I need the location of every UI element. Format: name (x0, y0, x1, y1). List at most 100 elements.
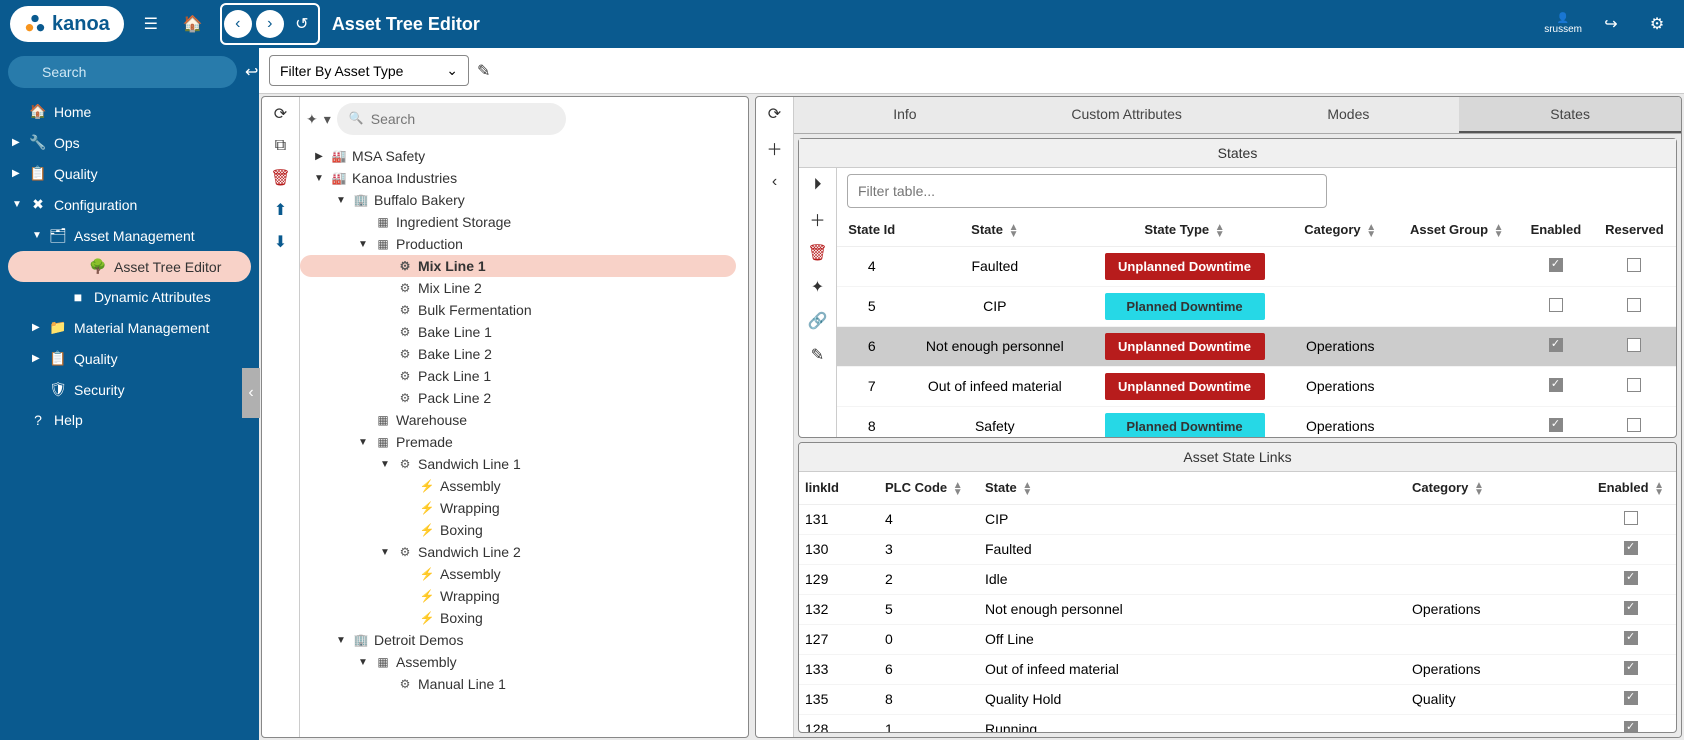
play-icon[interactable]: ⏵ (807, 174, 829, 196)
cell-enabled[interactable] (1519, 246, 1593, 286)
history-icon[interactable]: ↺ (288, 7, 316, 41)
states-col-asset-group[interactable]: Asset Group ▲▼ (1395, 214, 1519, 246)
nav-item-help[interactable]: ? Help (0, 405, 259, 435)
tree-row[interactable]: ⚡ Assembly (300, 563, 748, 585)
cell-enabled[interactable] (1586, 714, 1676, 732)
tree-row[interactable]: ▼ ▦ Production (300, 233, 748, 255)
tab-custom-attributes[interactable]: Custom Attributes (1016, 97, 1238, 133)
cell-enabled[interactable] (1519, 366, 1593, 406)
states-col-enabled[interactable]: Enabled (1519, 214, 1593, 246)
tree-row[interactable]: ⚙ Bake Line 2 (300, 343, 748, 365)
cell-reserved[interactable] (1593, 406, 1676, 437)
forward-button[interactable]: › (256, 10, 284, 38)
links-col-enabled[interactable]: Enabled ▲▼ (1586, 472, 1676, 504)
move-up-icon[interactable]: ⬆ (270, 199, 292, 221)
links-col-state[interactable]: State ▲▼ (979, 472, 1406, 504)
tree-row[interactable]: ⚙ Bake Line 1 (300, 321, 748, 343)
nav-item-asset-tree-editor[interactable]: 🌳 Asset Tree Editor (8, 251, 251, 282)
home-icon[interactable]: 🏠 (176, 7, 210, 41)
cell-reserved[interactable] (1593, 326, 1676, 366)
tree-row[interactable]: ⚡ Wrapping (300, 497, 748, 519)
tree-row[interactable]: ⚡ Boxing (300, 519, 748, 541)
cell-enabled[interactable] (1586, 534, 1676, 564)
links-row[interactable]: 131 4 CIP (799, 504, 1676, 534)
links-row[interactable]: 135 8 Quality Hold Quality (799, 684, 1676, 714)
tree-row[interactable]: ⚙ Mix Line 1 (300, 255, 736, 277)
tree-row[interactable]: ▼ 🏢 Buffalo Bakery (300, 189, 748, 211)
nav-item-ops[interactable]: ▶ 🔧 Ops (0, 127, 259, 158)
states-col-state-type[interactable]: State Type ▲▼ (1083, 214, 1286, 246)
user-menu[interactable]: 👤 srussem (1544, 13, 1582, 35)
links-row[interactable]: 133 6 Out of infeed material Operations (799, 654, 1676, 684)
tree-row[interactable]: ▦ Ingredient Storage (300, 211, 748, 233)
tree-row[interactable]: ⚙ Manual Line 1 (300, 673, 748, 695)
nav-item-dynamic-attributes[interactable]: ■ Dynamic Attributes (0, 282, 259, 312)
refresh-icon-2[interactable]: ⟳ (764, 103, 786, 125)
states-row[interactable]: 5 CIP Planned Downtime (837, 286, 1676, 326)
nav-item-quality[interactable]: ▶ 📋 Quality (0, 158, 259, 189)
menu-icon[interactable]: ☰ (134, 7, 168, 41)
states-row[interactable]: 4 Faulted Unplanned Downtime (837, 246, 1676, 286)
cell-enabled[interactable] (1519, 326, 1593, 366)
unlink-icon[interactable]: ✦ (807, 276, 829, 298)
tab-states[interactable]: States (1459, 97, 1681, 133)
states-col-state[interactable]: State ▲▼ (907, 214, 1084, 246)
settings-icon[interactable]: ⚙ (1640, 7, 1674, 41)
states-col-reserved[interactable]: Reserved (1593, 214, 1676, 246)
search-reset-icon[interactable]: ↩ (245, 62, 258, 82)
states-row[interactable]: 8 Safety Planned Downtime Operations (837, 406, 1676, 437)
links-col-linkid[interactable]: linkId (799, 472, 879, 504)
cell-enabled[interactable] (1586, 654, 1676, 684)
tree-row[interactable]: ▶ 🏭 MSA Safety (300, 145, 748, 167)
tab-modes[interactable]: Modes (1238, 97, 1460, 133)
delete-icon[interactable]: 🗑 (270, 167, 292, 189)
add-state-icon[interactable]: ＋ (807, 208, 829, 230)
states-row[interactable]: 7 Out of infeed material Unplanned Downt… (837, 366, 1676, 406)
links-row[interactable]: 127 0 Off Line (799, 624, 1676, 654)
link-icon[interactable]: 🔗 (807, 310, 829, 332)
cell-reserved[interactable] (1593, 246, 1676, 286)
delete-state-icon[interactable]: 🗑 (807, 242, 829, 264)
tree-row[interactable]: ⚙ Pack Line 1 (300, 365, 748, 387)
nav-search-input[interactable] (8, 56, 237, 88)
logout-icon[interactable]: ↪ (1594, 7, 1628, 41)
tree-row[interactable]: ▼ 🏢 Detroit Demos (300, 629, 748, 651)
cell-reserved[interactable] (1593, 286, 1676, 326)
copy-icon[interactable]: ⧉ (270, 135, 292, 157)
edit-state-icon[interactable]: ✎ (807, 344, 829, 366)
tree-options-icon[interactable]: ✦ (306, 111, 318, 128)
cell-enabled[interactable] (1586, 564, 1676, 594)
cell-enabled[interactable] (1519, 406, 1593, 437)
tree-row[interactable]: ▼ ▦ Premade (300, 431, 748, 453)
refresh-icon[interactable]: ⟳ (270, 103, 292, 125)
tree-row[interactable]: ▼ ▦ Assembly (300, 651, 748, 673)
links-col-category[interactable]: Category ▲▼ (1406, 472, 1586, 504)
tree-row[interactable]: ▼ 🏭 Kanoa Industries (300, 167, 748, 189)
add-icon[interactable]: ＋ (764, 137, 786, 159)
links-row[interactable]: 128 1 Running (799, 714, 1676, 732)
tree-row[interactable]: ⚙ Mix Line 2 (300, 277, 748, 299)
tree-row[interactable]: ⚙ Bulk Fermentation (300, 299, 748, 321)
tree-row[interactable]: ⚙ Pack Line 2 (300, 387, 748, 409)
states-col-state-id[interactable]: State Id (837, 214, 907, 246)
tree-search-input[interactable] (337, 103, 566, 135)
cell-enabled[interactable] (1519, 286, 1593, 326)
tab-info[interactable]: Info (794, 97, 1016, 133)
tree-row[interactable]: ⚡ Boxing (300, 607, 748, 629)
tree-row[interactable]: ▼ ⚙ Sandwich Line 2 (300, 541, 748, 563)
links-row[interactable]: 132 5 Not enough personnel Operations (799, 594, 1676, 624)
collapse-left-icon[interactable]: ‹ (764, 171, 786, 193)
links-row[interactable]: 130 3 Faulted (799, 534, 1676, 564)
tree-row[interactable]: ⚡ Assembly (300, 475, 748, 497)
tree-row[interactable]: ▦ Warehouse (300, 409, 748, 431)
tree-row[interactable]: ⚡ Wrapping (300, 585, 748, 607)
tree-dropdown-icon[interactable]: ▾ (324, 111, 331, 128)
links-col-plc-code[interactable]: PLC Code ▲▼ (879, 472, 979, 504)
nav-item-material-management[interactable]: ▶ 📁 Material Management (0, 312, 259, 343)
nav-item-security[interactable]: 🛡 Security (0, 374, 259, 405)
move-down-icon[interactable]: ⬇ (270, 231, 292, 253)
states-row[interactable]: 6 Not enough personnel Unplanned Downtim… (837, 326, 1676, 366)
back-button[interactable]: ‹ (224, 10, 252, 38)
states-col-category[interactable]: Category ▲▼ (1286, 214, 1395, 246)
filter-asset-type-select[interactable]: Filter By Asset Type ⌄ (269, 55, 469, 86)
